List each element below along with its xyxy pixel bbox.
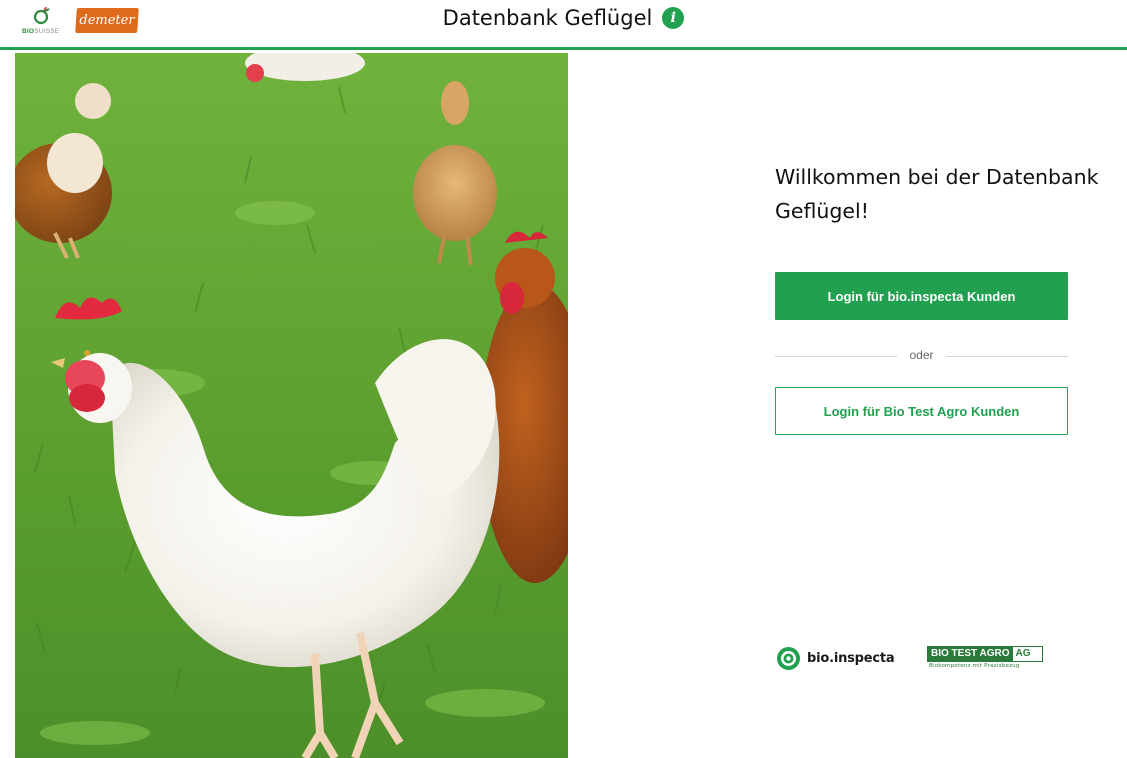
chickens-illustration — [15, 53, 568, 758]
info-icon[interactable]: i — [662, 7, 685, 29]
welcome-heading: Willkommen bei der Datenbank Geflügel! — [775, 165, 1099, 223]
bio-inspecta-logo: bio.inspecta — [776, 645, 895, 671]
divider-line-right — [946, 356, 1068, 357]
divider-text: oder — [909, 348, 934, 362]
or-divider: oder — [775, 347, 1068, 365]
login-bio-inspecta-button[interactable]: Login für bio.inspecta Kunden — [775, 272, 1068, 320]
bio-inspecta-eye-icon — [777, 646, 800, 670]
bio-test-agro-ag: AG — [1015, 648, 1031, 659]
login-bio-test-agro-button[interactable]: Login für Bio Test Agro Kunden — [775, 387, 1068, 435]
login-bio-test-agro-label: Login für Bio Test Agro Kunden — [823, 403, 1020, 419]
login-bio-inspecta-label: Login für bio.inspecta Kunden — [827, 288, 1016, 304]
bio-test-agro-logo: BIO TEST AGRO AG Biokompetenz mit Praxis… — [927, 646, 1043, 672]
hero-image — [15, 53, 568, 758]
app-header: BIOSUISSE demeter Datenbank Geflügel i — [0, 0, 1127, 50]
bio-test-agro-wordmark: BIO TEST AGRO — [928, 647, 1013, 661]
bio-test-agro-tagline: Biokompetenz mit Praxisbezug — [929, 663, 1020, 669]
page-title: Datenbank Geflügel — [442, 6, 653, 30]
bio-inspecta-wordmark: bio.inspecta — [807, 650, 895, 666]
